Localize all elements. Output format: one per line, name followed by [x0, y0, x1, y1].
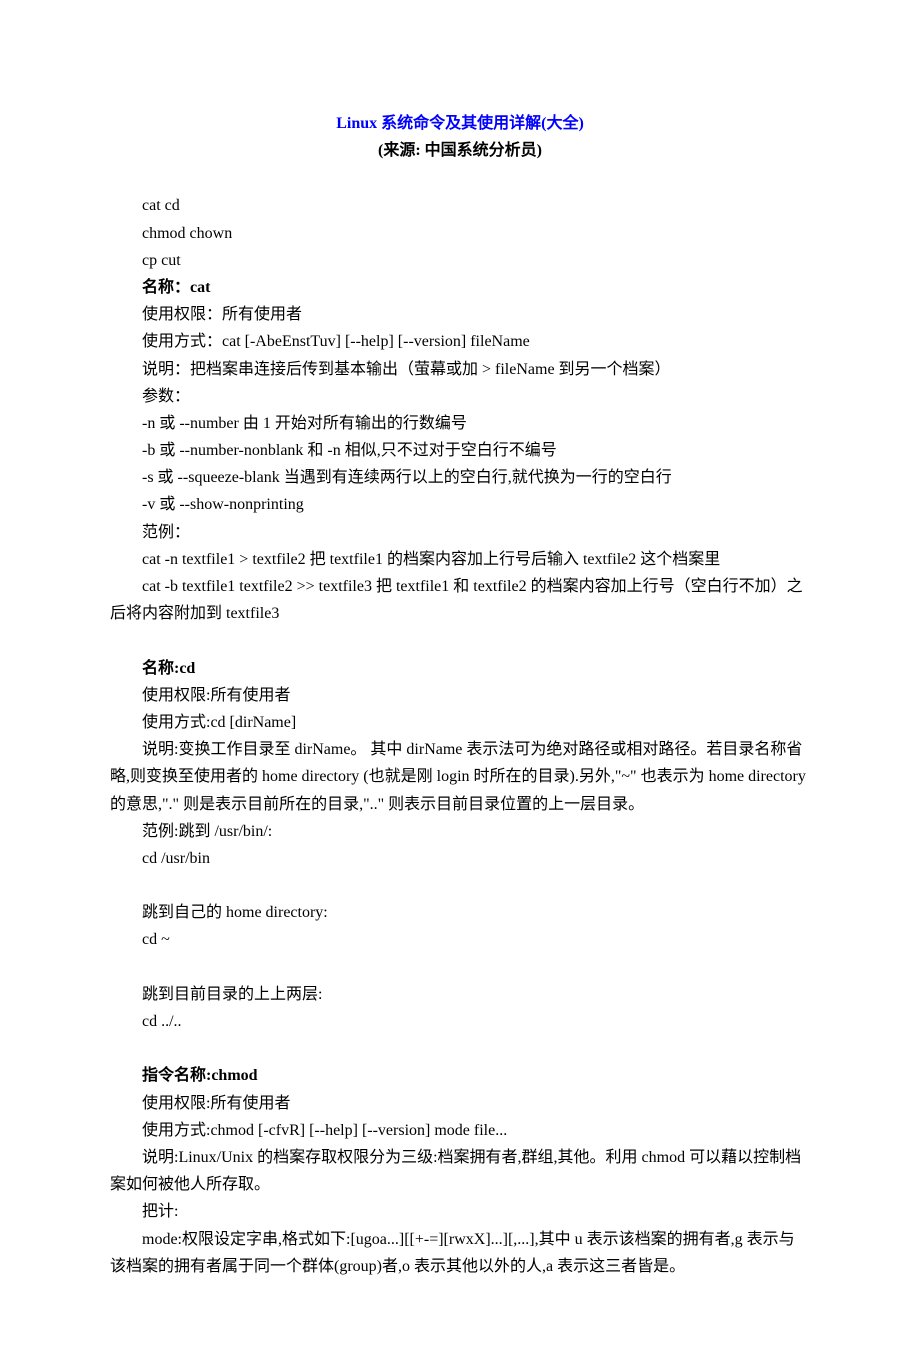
- section-gap: [110, 872, 810, 899]
- cd-description: 说明:变换工作目录至 dirName。 其中 dirName 表示法可为绝对路径…: [110, 736, 810, 818]
- intro-line: cp cut: [110, 247, 810, 274]
- document-page: Linux 系统命令及其使用详解(大全) (来源: 中国系统分析员) cat c…: [0, 0, 920, 1360]
- cd-usage: 使用方式:cd [dirName]: [110, 709, 810, 736]
- cd-example: cd ../..: [110, 1008, 810, 1035]
- doc-subtitle: (来源: 中国系统分析员): [110, 137, 810, 164]
- cd-example: cd ~: [110, 926, 810, 953]
- chmod-calc-label: 把计:: [110, 1198, 810, 1225]
- section-gap: [110, 954, 810, 981]
- cat-example-label: 范例：: [110, 519, 810, 546]
- cd-example-label: 范例:跳到 /usr/bin/:: [110, 818, 810, 845]
- cat-params-label: 参数：: [110, 383, 810, 410]
- cat-description: 说明：把档案串连接后传到基本输出（萤幕或加 > fileName 到另一个档案）: [110, 356, 810, 383]
- section-gap: [110, 627, 810, 654]
- chmod-mode: mode:权限设定字串,格式如下:[ugoa...][[+-=][rwxX]..…: [110, 1226, 810, 1280]
- chmod-permission: 使用权限:所有使用者: [110, 1090, 810, 1117]
- intro-line: chmod chown: [110, 220, 810, 247]
- cat-usage: 使用方式：cat [-AbeEnstTuv] [--help] [--versi…: [110, 328, 810, 355]
- cat-example: cat -b textfile1 textfile2 >> textfile3 …: [110, 573, 810, 627]
- cd-example-label: 跳到自己的 home directory:: [110, 899, 810, 926]
- section-gap: [110, 1035, 810, 1062]
- cat-param: -n 或 --number 由 1 开始对所有输出的行数编号: [110, 410, 810, 437]
- chmod-name-heading: 指令名称:chmod: [110, 1062, 810, 1089]
- cat-name-heading: 名称：cat: [110, 274, 810, 301]
- cat-example: cat -n textfile1 > textfile2 把 textfile1…: [110, 546, 810, 573]
- intro-line: cat cd: [110, 192, 810, 219]
- cd-name-heading: 名称:cd: [110, 655, 810, 682]
- cat-param: -s 或 --squeeze-blank 当遇到有连续两行以上的空白行,就代换为…: [110, 464, 810, 491]
- cat-permission: 使用权限：所有使用者: [110, 301, 810, 328]
- doc-title: Linux 系统命令及其使用详解(大全): [110, 110, 810, 137]
- cat-param: -b 或 --number-nonblank 和 -n 相似,只不过对于空白行不…: [110, 437, 810, 464]
- cat-param: -v 或 --show-nonprinting: [110, 491, 810, 518]
- chmod-description: 说明:Linux/Unix 的档案存取权限分为三级:档案拥有者,群组,其他。利用…: [110, 1144, 810, 1198]
- chmod-usage: 使用方式:chmod [-cfvR] [--help] [--version] …: [110, 1117, 810, 1144]
- cd-permission: 使用权限:所有使用者: [110, 682, 810, 709]
- cd-example-label: 跳到目前目录的上上两层:: [110, 981, 810, 1008]
- cd-example: cd /usr/bin: [110, 845, 810, 872]
